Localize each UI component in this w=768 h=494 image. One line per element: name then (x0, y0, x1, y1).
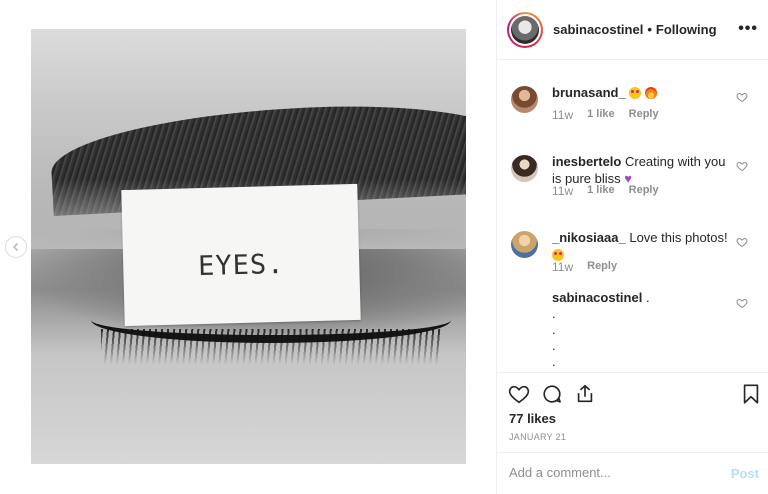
comments-list: brunasand_ 11w 1 like Reply inesbertelo … (497, 60, 768, 372)
add-comment-bar: Post (497, 452, 768, 494)
post-photo[interactable]: EYES. (31, 29, 466, 464)
fire-icon (644, 87, 657, 99)
comment-text-line: . (552, 354, 556, 369)
more-options-icon[interactable]: ••• (738, 21, 758, 37)
comment-icon[interactable] (541, 383, 563, 405)
media-area: EYES. (0, 0, 496, 494)
author-username[interactable]: sabinacostinel (553, 22, 643, 37)
comment-like-heart-icon[interactable] (736, 160, 748, 172)
chevron-left-icon (12, 242, 19, 252)
comment-like-heart-icon[interactable] (736, 236, 748, 248)
post-actions: 77 likes JANUARY 21 (497, 372, 768, 452)
comment-meta: 11w 1 like Reply (552, 184, 659, 198)
comment-text-line: . (552, 306, 556, 321)
comment-text: . (645, 290, 650, 305)
following-button[interactable]: Following (656, 22, 717, 37)
post-header: sabinacostinel • Following ••• (497, 0, 768, 60)
comment-username[interactable]: _nikosiaaa_ (552, 230, 626, 245)
photo-label-text: EYES. (197, 248, 285, 282)
comment-time[interactable]: 11w (552, 184, 573, 198)
reply-button[interactable]: Reply (629, 184, 659, 198)
smiling-face-heart-eyes-icon (629, 87, 642, 99)
comment-like-heart-icon[interactable] (736, 297, 748, 309)
comment-likes[interactable]: 1 like (587, 184, 615, 198)
post-date[interactable]: JANUARY 21 (509, 432, 566, 442)
comment-username[interactable]: sabinacostinel (552, 290, 642, 305)
comment-time[interactable]: 11w (552, 260, 573, 274)
photo-paper-label: EYES. (121, 183, 361, 327)
comment-likes[interactable]: 1 like (587, 108, 615, 122)
header-separator: • (647, 22, 652, 37)
photo-lashes (101, 329, 441, 365)
post-details-panel: sabinacostinel • Following ••• brunasand… (496, 0, 768, 494)
comment-username[interactable]: brunasand_ (552, 85, 626, 100)
comment-username[interactable]: inesbertelo (552, 154, 621, 169)
likes-count[interactable]: 77 likes (509, 411, 556, 426)
previous-post-button[interactable] (5, 236, 27, 258)
comment-time[interactable]: 11w (552, 108, 573, 122)
comment-like-heart-icon[interactable] (736, 91, 748, 103)
comment-meta: 11w Reply (552, 260, 617, 274)
comment-text: Love this photos! (629, 230, 728, 245)
comment-meta: 11w 1 like Reply (552, 108, 659, 122)
comment-text-line: . (552, 322, 556, 337)
comment-input[interactable] (509, 465, 709, 480)
author-avatar-image (511, 15, 539, 44)
comment-text-line: . (552, 338, 556, 353)
reply-button[interactable]: Reply (629, 108, 659, 122)
reply-button[interactable]: Reply (587, 260, 617, 274)
commenter-avatar[interactable] (511, 231, 538, 258)
post-comment-button[interactable]: Post (731, 466, 759, 481)
commenter-avatar[interactable] (511, 155, 538, 182)
heart-icon[interactable] (508, 383, 530, 405)
author-avatar[interactable] (507, 11, 543, 48)
commenter-avatar[interactable] (511, 86, 538, 113)
share-icon[interactable] (574, 383, 596, 405)
bookmark-icon[interactable] (740, 383, 762, 405)
